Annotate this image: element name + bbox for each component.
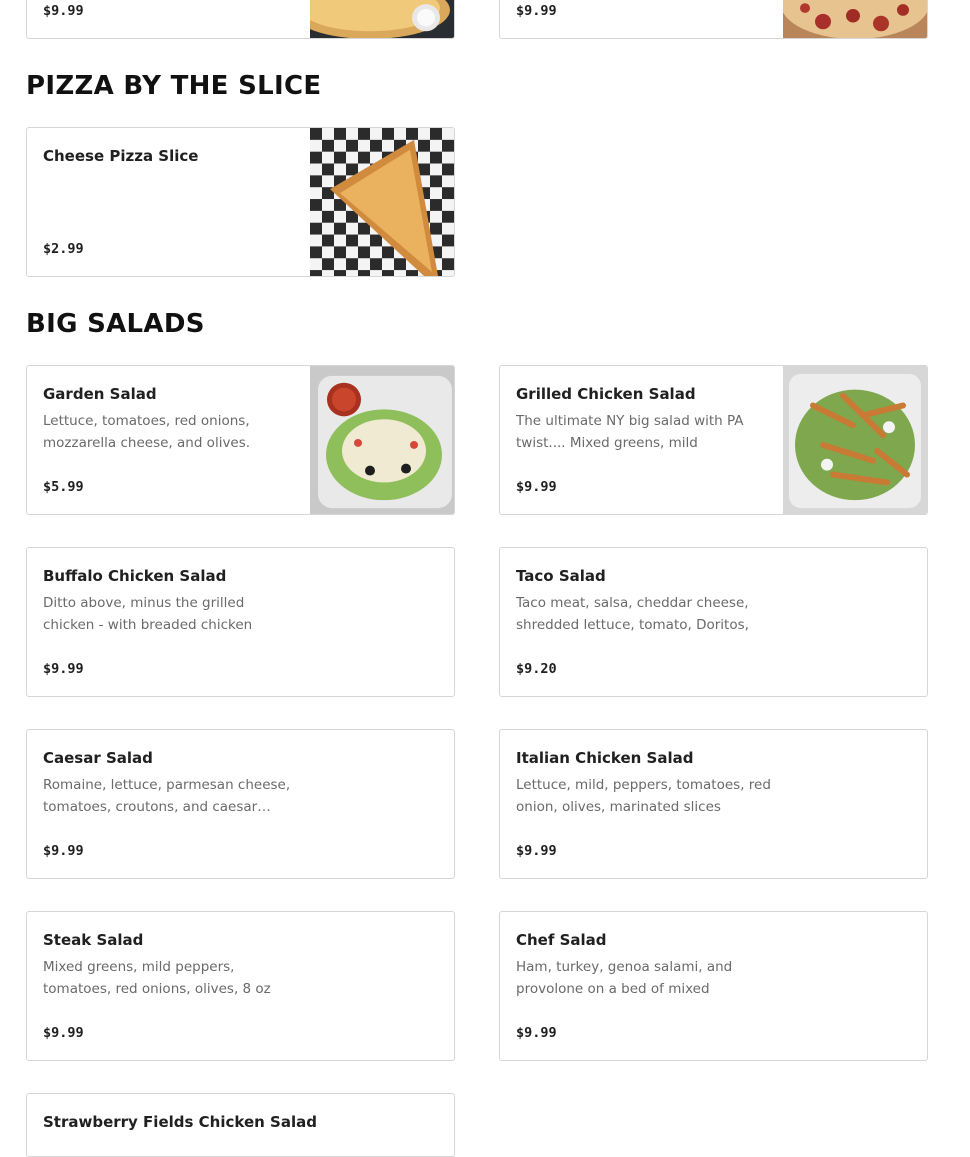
menu-item-card[interactable]: Chef Salad Ham, turkey, genoa salami, an… xyxy=(499,911,928,1061)
section-title: PIZZA BY THE SLICE xyxy=(26,71,322,101)
item-price: $9.99 xyxy=(516,479,557,495)
item-price: $9.99 xyxy=(516,843,557,859)
item-price: $2.99 xyxy=(43,241,84,257)
menu-item-card[interactable]: Buffalo Chicken Salad Ditto above, minus… xyxy=(26,547,455,697)
section-title: BIG SALADS xyxy=(26,309,205,339)
item-description: Lettuce, tomatoes, red onions, mozzarell… xyxy=(43,413,251,451)
menu-item-card[interactable]: Strawberry Fields Chicken Salad xyxy=(26,1093,455,1157)
item-price: $9.99 xyxy=(43,1025,84,1041)
item-description: Romaine, lettuce, parmesan cheese, tomat… xyxy=(43,777,291,815)
menu-item-card[interactable]: Grilled Chicken Salad The ultimate NY bi… xyxy=(499,365,928,515)
item-price: $9.99 xyxy=(43,3,84,19)
menu-item-card[interactable]: $9.99 xyxy=(26,0,455,39)
item-name: Italian Chicken Salad xyxy=(516,749,694,767)
menu-item-card[interactable]: Caesar Salad Romaine, lettuce, parmesan … xyxy=(26,729,455,879)
item-description: The ultimate NY big salad with PA twist.… xyxy=(516,413,744,451)
menu-item-card[interactable]: Italian Chicken Salad Lettuce, mild, pep… xyxy=(499,729,928,879)
menu-item-card[interactable]: Cheese Pizza Slice $2.99 xyxy=(26,127,455,277)
item-description: Lettuce, mild, peppers, tomatoes, red on… xyxy=(516,777,771,815)
item-price: $9.99 xyxy=(43,843,84,859)
item-price: $9.20 xyxy=(516,661,557,677)
item-name: Chef Salad xyxy=(516,931,607,949)
pizza-photo xyxy=(310,0,454,38)
item-name: Strawberry Fields Chicken Salad xyxy=(43,1113,317,1131)
item-price: $5.99 xyxy=(43,479,84,495)
item-description: Ham, turkey, genoa salami, and provolone… xyxy=(516,959,733,997)
menu-item-card[interactable]: $9.99 xyxy=(499,0,928,39)
item-price: $9.99 xyxy=(43,661,84,677)
item-name: Garden Salad xyxy=(43,385,157,403)
item-description: Ditto above, minus the grilled chicken -… xyxy=(43,595,253,633)
menu-item-card[interactable]: Garden Salad Lettuce, tomatoes, red onio… xyxy=(26,365,455,515)
garden-salad-photo xyxy=(310,366,454,514)
grilled-chicken-salad-photo xyxy=(783,366,927,514)
item-price: $9.99 xyxy=(516,1025,557,1041)
pepperoni-pizza-photo xyxy=(783,0,927,38)
item-description: Mixed greens, mild peppers, tomatoes, re… xyxy=(43,959,271,997)
item-name: Steak Salad xyxy=(43,931,144,949)
item-name: Grilled Chicken Salad xyxy=(516,385,696,403)
item-name: Buffalo Chicken Salad xyxy=(43,567,227,585)
item-name: Caesar Salad xyxy=(43,749,153,767)
menu-item-card[interactable]: Taco Salad Taco meat, salsa, cheddar che… xyxy=(499,547,928,697)
item-price: $9.99 xyxy=(516,3,557,19)
item-name: Cheese Pizza Slice xyxy=(43,147,199,165)
cheese-slice-photo xyxy=(310,128,454,276)
item-description: Taco meat, salsa, cheddar cheese, shredd… xyxy=(516,595,749,633)
item-name: Taco Salad xyxy=(516,567,606,585)
menu-item-card[interactable]: Steak Salad Mixed greens, mild peppers, … xyxy=(26,911,455,1061)
